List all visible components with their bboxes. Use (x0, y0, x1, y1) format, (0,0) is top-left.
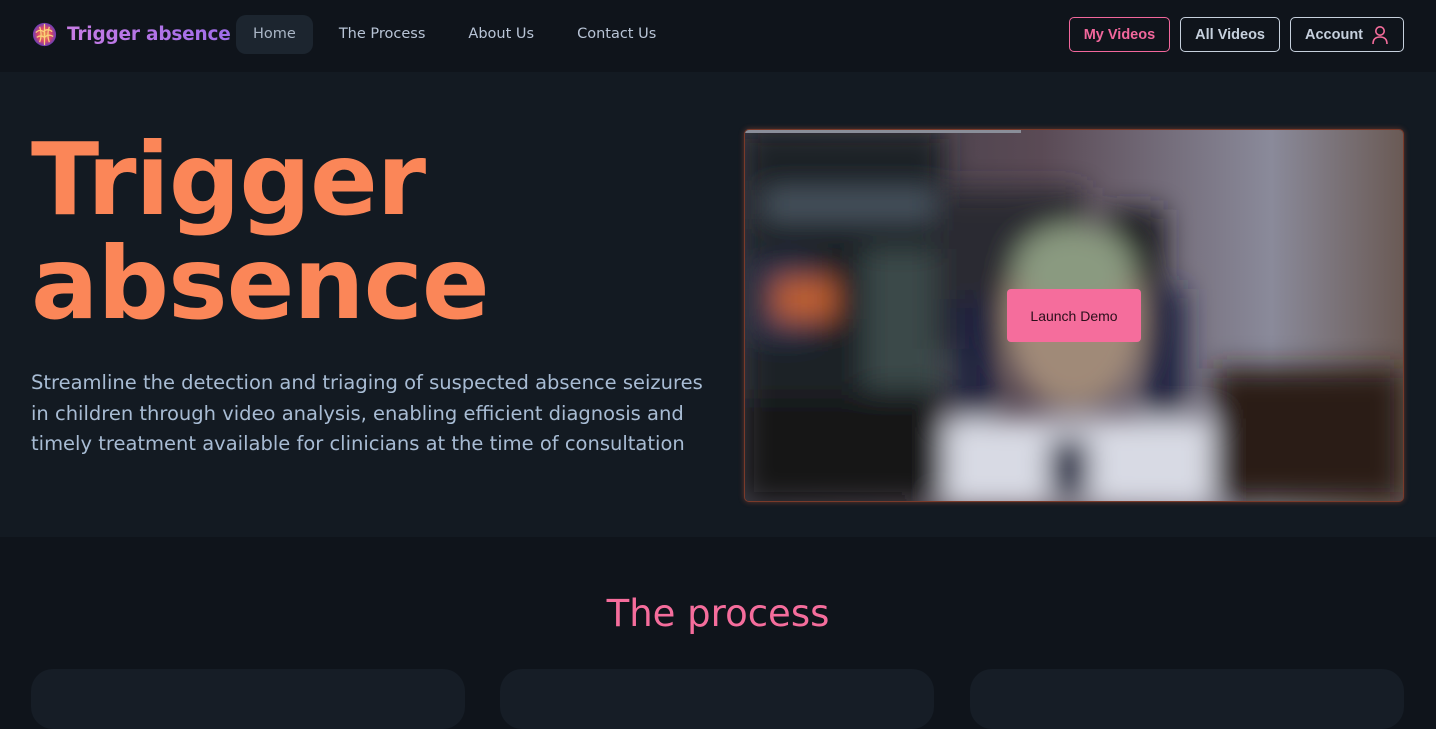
hero-description: Streamline the detection and triaging of… (31, 371, 703, 455)
launch-demo-button[interactable]: Launch Demo (1007, 289, 1141, 342)
nav-the-process[interactable]: The Process (322, 15, 443, 54)
process-card-3 (970, 669, 1404, 729)
process-title: The process (606, 592, 830, 635)
video-progress-bar[interactable] (745, 130, 1022, 133)
account-label: Account (1305, 26, 1363, 43)
user-icon (1372, 25, 1388, 44)
top-navbar: Trigger absence Home The Process About U… (0, 0, 1436, 72)
hero-title: Trigger absence (31, 128, 490, 336)
nav-home[interactable]: Home (236, 15, 313, 54)
hero-section: Trigger absence Streamline the detection… (0, 72, 1436, 537)
my-videos-button[interactable]: My Videos (1068, 17, 1171, 52)
account-button[interactable]: Account (1290, 17, 1404, 52)
brand-name: Trigger absence (67, 24, 231, 45)
main-nav: Home The Process About Us Contact Us (236, 15, 682, 54)
brain-icon (32, 22, 57, 47)
process-card-2 (500, 669, 934, 729)
hero-title-line1: Trigger (31, 121, 426, 238)
hero-title-line2: absence (31, 225, 490, 342)
nav-actions: My Videos All Videos Account (1068, 17, 1404, 52)
nav-contact-us[interactable]: Contact Us (560, 15, 673, 54)
nav-about-us[interactable]: About Us (451, 15, 551, 54)
demo-video[interactable]: Launch Demo (744, 129, 1404, 502)
process-card-1 (31, 669, 465, 729)
brand[interactable]: Trigger absence (31, 21, 231, 48)
all-videos-button[interactable]: All Videos (1180, 17, 1280, 52)
